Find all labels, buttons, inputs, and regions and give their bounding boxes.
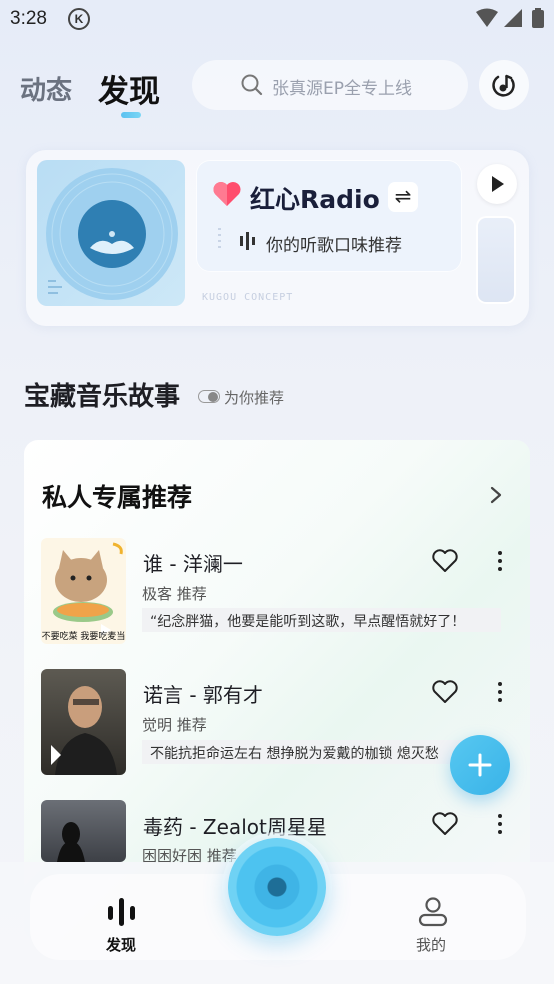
more-icon[interactable]	[490, 681, 510, 703]
active-tab-indicator	[121, 112, 141, 118]
heart-outline-icon[interactable]	[431, 548, 459, 574]
song-title[interactable]: 诺言 - 郭有才	[143, 679, 263, 708]
signal-icon	[504, 9, 522, 27]
nav-mine-label[interactable]: 我的	[416, 934, 446, 955]
battery-icon	[532, 10, 544, 28]
song-quote: “纪念胖猫，他要是能听到这歌，早点醒悟就好了！	[142, 608, 501, 632]
more-icon[interactable]	[490, 813, 510, 835]
chevron-right-icon[interactable]	[488, 484, 504, 506]
music-note-icon	[492, 74, 515, 97]
song-title[interactable]: 毒药 - Zealot周星星	[143, 811, 327, 840]
heart-outline-icon[interactable]	[431, 811, 459, 837]
song-cover[interactable]	[41, 800, 126, 862]
cover-caption: 不要吃菜 我要吃麦当	[41, 632, 126, 642]
waveform-icon	[218, 228, 255, 250]
wifi-icon	[476, 8, 498, 27]
play-icon	[492, 176, 504, 192]
status-time: 3:28	[10, 8, 47, 29]
radio-volume-slider[interactable]	[476, 216, 516, 304]
kugou-concept-label: KUGOU CONCEPT	[202, 292, 294, 303]
song-quote: 不能抗拒命运左右 想挣脱为爱戴的枷锁 熄灭愁	[142, 740, 501, 764]
search-icon	[241, 74, 263, 96]
treasure-stories-title: 宝藏音乐故事	[24, 382, 181, 412]
song-recommender: 觉明 推荐	[142, 716, 207, 734]
toggle-knob	[208, 392, 218, 402]
radio-title: 红心Radio	[250, 185, 380, 214]
swap-icon[interactable]: ⇌	[388, 182, 418, 212]
heart-icon	[213, 182, 241, 206]
tab-faxian[interactable]: 发现	[98, 66, 160, 111]
silhouette-cover-art	[57, 822, 85, 862]
private-recommendations-title: 私人专属推荐	[42, 483, 193, 512]
discover-icon[interactable]	[106, 896, 138, 928]
heart-outline-icon[interactable]	[431, 679, 459, 705]
tab-dongtai[interactable]: 动态	[20, 70, 72, 107]
profile-icon[interactable]	[417, 896, 449, 928]
more-icon[interactable]	[490, 550, 510, 572]
plus-icon	[468, 753, 492, 777]
now-playing-disc[interactable]	[228, 838, 326, 936]
app-badge-icon: K	[68, 8, 90, 30]
song-title[interactable]: 谁 - 洋澜一	[143, 548, 243, 577]
song-cover[interactable]	[41, 669, 126, 775]
treasure-subtitle: 为你推荐	[224, 389, 285, 407]
nav-discover-label[interactable]: 发现	[106, 934, 136, 955]
radio-subtitle: 你的听歌口味推荐	[266, 236, 402, 256]
portrait-cover-art	[51, 686, 117, 775]
search-placeholder: 张真源EP全专上线	[272, 79, 412, 99]
song-recommender: 极客 推荐	[142, 585, 207, 603]
status-icons	[476, 8, 544, 28]
equalizer-mini-icon	[48, 280, 62, 294]
